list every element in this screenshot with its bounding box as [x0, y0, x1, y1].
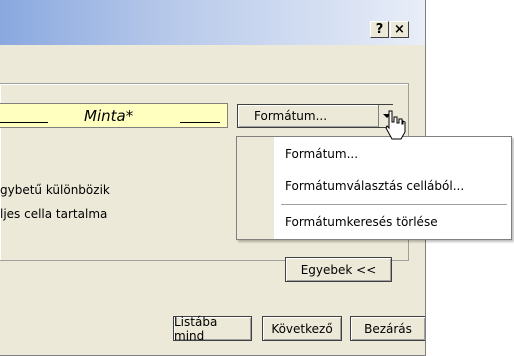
menu-separator	[281, 204, 507, 205]
preview-underline-left	[0, 122, 48, 123]
find-all-button[interactable]: Listába mind	[173, 314, 252, 343]
options-button-label: Egyebek <<	[300, 262, 377, 277]
format-dropdown-menu: Formátum... Formátumválasztás cellából..…	[236, 136, 512, 240]
preview-text: Minta*	[84, 107, 134, 125]
menu-item-clear-find-format[interactable]: Formátumkeresés törlése	[285, 215, 438, 229]
close-icon: ×	[394, 22, 405, 37]
format-preview: Minta*	[0, 103, 228, 128]
title-bar[interactable]: ? ×	[0, 0, 425, 45]
format-button-label: Formátum...	[254, 109, 328, 123]
format-button[interactable]: Formátum...	[237, 104, 393, 128]
menu-icon-strip	[237, 137, 274, 239]
menu-item-choose-format-from-cell[interactable]: Formátumválasztás cellából...	[285, 179, 464, 193]
close-window-button[interactable]: ×	[390, 21, 409, 38]
hand-cursor-icon	[385, 110, 406, 140]
close-button[interactable]: Bezárás	[350, 316, 425, 341]
match-case-label[interactable]: gybetű különbözik	[0, 183, 110, 197]
find-next-button[interactable]: Következő	[262, 316, 342, 341]
match-entire-cell-label[interactable]: ljes cella tartalma	[0, 207, 107, 221]
options-button[interactable]: Egyebek <<	[285, 257, 392, 282]
close-button-label: Bezárás	[364, 321, 412, 336]
preview-underline-right	[180, 122, 220, 123]
help-button[interactable]: ?	[370, 21, 389, 38]
menu-item-format[interactable]: Formátum...	[285, 147, 358, 161]
help-icon: ?	[375, 22, 384, 37]
find-all-label: Listába mind	[174, 314, 218, 343]
find-next-label: Következő	[271, 321, 333, 336]
